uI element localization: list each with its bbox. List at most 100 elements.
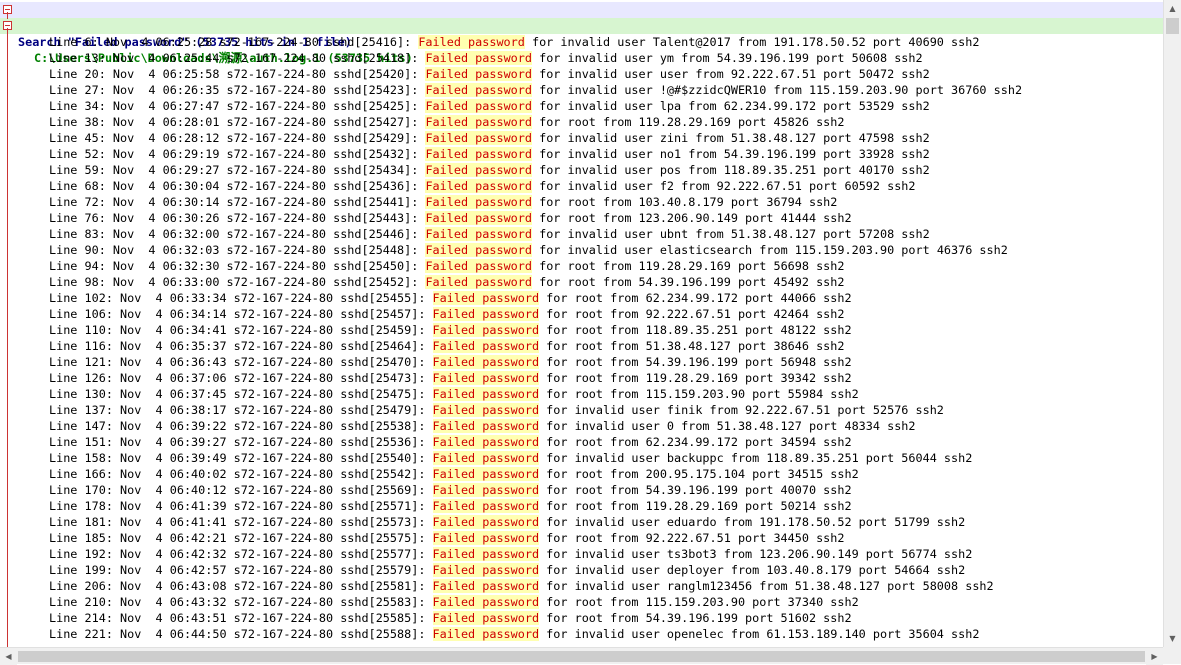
scrollbar-corner (1163, 647, 1181, 664)
hit-suffix: for invalid user finik from 92.222.67.51… (539, 403, 944, 417)
keyword-highlight: Failed password (425, 67, 532, 81)
hit-prefix: Line 102: Nov 4 06:33:34 s72-167-224-80 … (49, 291, 433, 305)
hit-prefix: Line 126: Nov 4 06:37:06 s72-167-224-80 … (49, 371, 433, 385)
keyword-highlight: Failed password (425, 195, 532, 209)
horizontal-scrollbar[interactable]: ◀ ▶ (0, 647, 1163, 665)
hit-suffix: for invalid user no1 from 54.39.196.199 … (531, 147, 930, 161)
hit-prefix: Line 38: Nov 4 06:28:01 s72-167-224-80 s… (49, 115, 426, 129)
hit-prefix: Line 158: Nov 4 06:39:49 s72-167-224-80 … (49, 451, 433, 465)
keyword-highlight: Failed password (432, 435, 540, 449)
hit-suffix: for root from 62.234.99.172 port 44066 s… (539, 291, 852, 305)
hit-row-text: Line 45: Nov 4 06:28:12 s72-167-224-80 s… (49, 130, 930, 146)
vertical-scroll-thumb[interactable] (1166, 18, 1179, 34)
hit-suffix: for root from 62.234.99.172 port 34594 s… (539, 435, 852, 449)
search-results-panel[interactable]: Search "Failed password" (53735 hits in … (0, 0, 1163, 647)
keyword-highlight: Failed password (432, 403, 540, 417)
keyword-highlight: Failed password (432, 291, 540, 305)
hit-row-text: Line 178: Nov 4 06:41:39 s72-167-224-80 … (49, 498, 852, 514)
keyword-highlight: Failed password (425, 259, 532, 273)
hit-prefix: Line 76: Nov 4 06:30:26 s72-167-224-80 s… (49, 211, 426, 225)
hit-suffix: for root from 92.222.67.51 port 42464 ss… (539, 307, 845, 321)
hit-prefix: Line 27: Nov 4 06:26:35 s72-167-224-80 s… (49, 83, 426, 97)
hit-suffix: for root from 92.222.67.51 port 34450 ss… (539, 531, 845, 545)
hit-row-text: Line 72: Nov 4 06:30:14 s72-167-224-80 s… (49, 194, 837, 210)
hit-prefix: Line 83: Nov 4 06:32:00 s72-167-224-80 s… (49, 227, 426, 241)
keyword-highlight: Failed password (425, 227, 532, 241)
hit-row-text: Line 68: Nov 4 06:30:04 s72-167-224-80 s… (49, 178, 916, 194)
hit-prefix: Line 210: Nov 4 06:43:32 s72-167-224-80 … (49, 595, 433, 609)
hit-suffix: for root from 54.39.196.199 port 45492 s… (531, 275, 845, 289)
hit-suffix: for root from 54.39.196.199 port 40070 s… (539, 483, 852, 497)
keyword-highlight: Failed password (432, 467, 540, 481)
hit-row-text: Line 170: Nov 4 06:40:12 s72-167-224-80 … (49, 482, 852, 498)
hit-row-text: Line 214: Nov 4 06:43:51 s72-167-224-80 … (49, 610, 852, 626)
hit-suffix: for invalid user backuppc from 118.89.35… (539, 451, 973, 465)
keyword-highlight: Failed password (425, 83, 532, 97)
hit-prefix: Line 20: Nov 4 06:25:58 s72-167-224-80 s… (49, 67, 426, 81)
arrow-left-icon[interactable]: ◀ (0, 648, 17, 665)
hit-suffix: for invalid user ubnt from 51.38.48.127 … (531, 227, 930, 241)
hit-prefix: Line 94: Nov 4 06:32:30 s72-167-224-80 s… (49, 259, 426, 273)
hit-row-text: Line 116: Nov 4 06:35:37 s72-167-224-80 … (49, 338, 844, 354)
hit-suffix: for root from 103.40.8.179 port 36794 ss… (531, 195, 838, 209)
hit-row-text: Line 158: Nov 4 06:39:49 s72-167-224-80 … (49, 450, 972, 466)
hit-prefix: Line 59: Nov 4 06:29:27 s72-167-224-80 s… (49, 163, 426, 177)
keyword-highlight: Failed password (425, 99, 532, 113)
hit-suffix: for root from 118.89.35.251 port 48122 s… (539, 323, 852, 337)
hit-row-text: Line 27: Nov 4 06:26:35 s72-167-224-80 s… (49, 82, 1022, 98)
hit-prefix: Line 199: Nov 4 06:42:57 s72-167-224-80 … (49, 563, 433, 577)
arrow-up-icon[interactable]: ▲ (1164, 0, 1181, 17)
hit-prefix: Line 121: Nov 4 06:36:43 s72-167-224-80 … (49, 355, 433, 369)
hit-prefix: Line 130: Nov 4 06:37:45 s72-167-224-80 … (49, 387, 433, 401)
hit-prefix: Line 98: Nov 4 06:33:00 s72-167-224-80 s… (49, 275, 426, 289)
hit-prefix: Line 170: Nov 4 06:40:12 s72-167-224-80 … (49, 483, 433, 497)
hit-suffix: for invalid user eduardo from 191.178.50… (539, 515, 966, 529)
hit-row-text: Line 76: Nov 4 06:30:26 s72-167-224-80 s… (49, 210, 852, 226)
hit-row-text: Line 130: Nov 4 06:37:45 s72-167-224-80 … (49, 386, 859, 402)
hit-suffix: for invalid user pos from 118.89.35.251 … (531, 163, 930, 177)
keyword-highlight: Failed password (432, 387, 540, 401)
hit-prefix: Line 110: Nov 4 06:34:41 s72-167-224-80 … (49, 323, 433, 337)
hit-row-text: Line 13: Nov 4 06:25:44 s72-167-224-80 s… (49, 50, 923, 66)
keyword-highlight: Failed password (432, 547, 540, 561)
tree-line (7, 12, 8, 19)
search-header[interactable]: Search "Failed password" (53735 hits in … (0, 2, 1163, 49)
keyword-highlight: Failed password (425, 163, 532, 177)
hit-row-text: Line 34: Nov 4 06:27:47 s72-167-224-80 s… (49, 98, 930, 114)
keyword-highlight: Failed password (425, 275, 532, 289)
horizontal-scroll-thumb[interactable] (18, 651, 1145, 662)
keyword-highlight: Failed password (432, 611, 540, 625)
keyword-highlight: Failed password (432, 307, 540, 321)
hit-suffix: for invalid user deployer from 103.40.8.… (539, 563, 966, 577)
hit-row-text: Line 102: Nov 4 06:33:34 s72-167-224-80 … (49, 290, 852, 306)
arrow-down-icon[interactable]: ▼ (1164, 630, 1181, 647)
vertical-scrollbar[interactable]: ▲ ▼ (1163, 0, 1181, 647)
keyword-highlight: Failed password (432, 515, 540, 529)
keyword-highlight: Failed password (432, 323, 540, 337)
arrow-right-icon[interactable]: ▶ (1146, 648, 1163, 665)
keyword-highlight: Failed password (432, 563, 540, 577)
keyword-highlight: Failed password (432, 531, 540, 545)
hit-prefix: Line 116: Nov 4 06:35:37 s72-167-224-80 … (49, 339, 433, 353)
hit-row-text: Line 147: Nov 4 06:39:22 s72-167-224-80 … (49, 418, 916, 434)
hit-prefix: Line 178: Nov 4 06:41:39 s72-167-224-80 … (49, 499, 433, 513)
hit-suffix: for invalid user ranglm123456 from 51.38… (539, 579, 994, 593)
hit-prefix: Line 13: Nov 4 06:25:44 s72-167-224-80 s… (49, 51, 426, 65)
hit-prefix: Line 68: Nov 4 06:30:04 s72-167-224-80 s… (49, 179, 426, 193)
hit-suffix: for root from 119.28.29.169 port 45826 s… (531, 115, 845, 129)
hit-prefix: Line 185: Nov 4 06:42:21 s72-167-224-80 … (49, 531, 433, 545)
keyword-highlight: Failed password (425, 179, 532, 193)
hit-suffix: for invalid user ts3bot3 from 123.206.90… (539, 547, 973, 561)
keyword-highlight: Failed password (425, 115, 532, 129)
hit-suffix: for invalid user Talent@2017 from 191.17… (524, 35, 980, 49)
keyword-highlight: Failed password (432, 419, 540, 433)
keyword-highlight: Failed password (432, 627, 540, 641)
keyword-highlight: Failed password (432, 595, 540, 609)
hit-row-text: Line 98: Nov 4 06:33:00 s72-167-224-80 s… (49, 274, 845, 290)
hit-row-text: Line 166: Nov 4 06:40:02 s72-167-224-80 … (49, 466, 859, 482)
file-header[interactable]: C:\Users\Public\Downloads\溯源\auth.log.1 … (0, 18, 1163, 65)
hit-row-text: Line 38: Nov 4 06:28:01 s72-167-224-80 s… (49, 114, 845, 130)
hit-row-text: Line 185: Nov 4 06:42:21 s72-167-224-80 … (49, 530, 844, 546)
hit-suffix: for root from 51.38.48.127 port 38646 ss… (539, 339, 845, 353)
hit-suffix: for invalid user elasticsearch from 115.… (531, 243, 1008, 257)
